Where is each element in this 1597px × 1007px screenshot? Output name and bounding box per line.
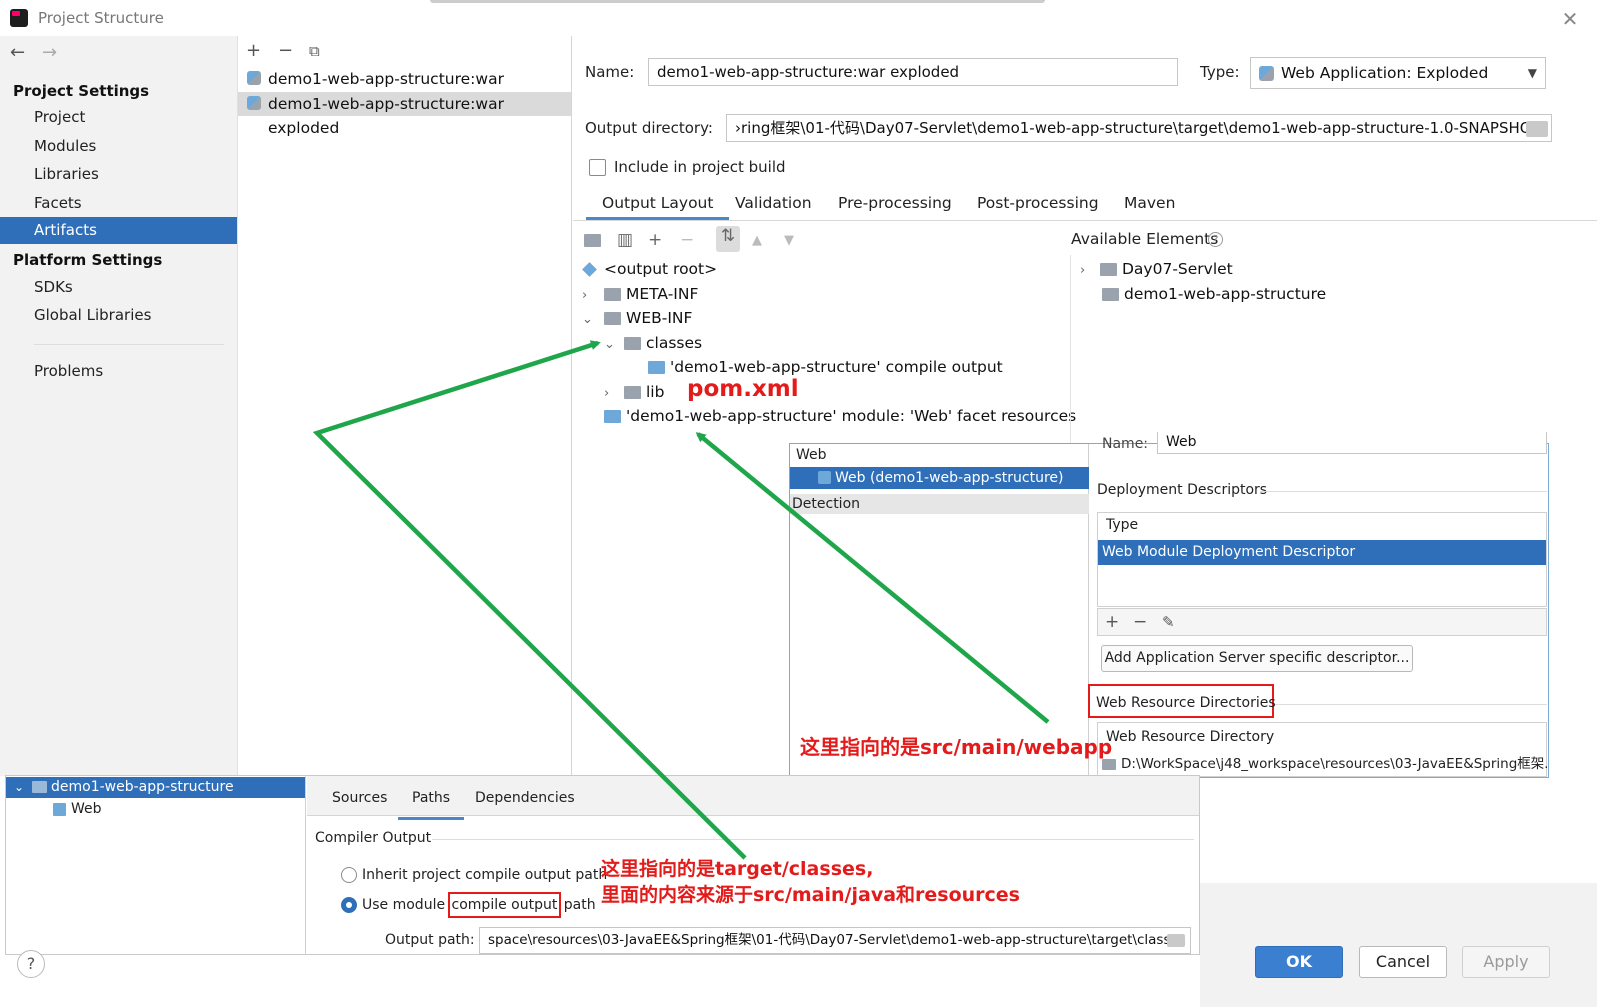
annotation-arrows xyxy=(312,340,1050,860)
arrow-to-facet-resources xyxy=(695,432,1050,724)
arrow-to-classes xyxy=(312,340,747,860)
